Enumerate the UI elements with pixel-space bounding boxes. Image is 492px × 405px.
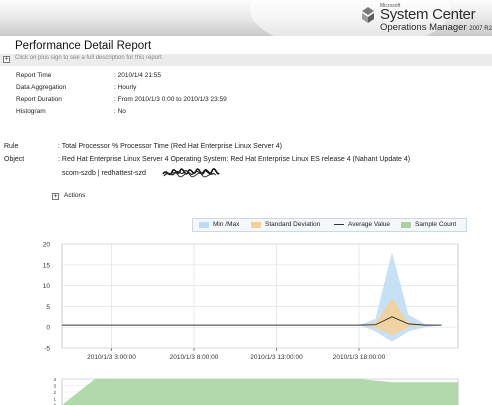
chart-legend: Min /Max Standard Deviation Average Valu…	[192, 218, 467, 232]
x-tick-label: 2010/1/3 13:00:00	[250, 354, 303, 361]
y-tick-label: 5	[46, 304, 50, 311]
legend-label: Sample Count	[415, 221, 457, 228]
legend-swatch	[251, 221, 261, 228]
expand-actions-button[interactable]: +	[52, 193, 59, 200]
legend-item-sample-count: Sample Count	[401, 221, 456, 228]
product-edition: 2007 R2	[469, 26, 492, 32]
header-banner: Microsoft System Center Operations Manag…	[0, 0, 492, 36]
x-tick-label: 2010/1/3 3:00:00	[87, 354, 136, 361]
x-tick-label: 2010/1/3 8:00:00	[170, 354, 219, 361]
y-tick-label: 0	[46, 325, 50, 332]
sample-y-tick-label: 2	[53, 390, 56, 395]
object-hosts: scom-szdb | redhattest-szd	[62, 170, 146, 177]
sample-count-area	[62, 379, 458, 405]
legend-label: Average Value	[348, 221, 391, 228]
product-subname: Operations Manager 2007 R2	[380, 22, 492, 33]
legend-item-average: Average Value	[334, 221, 390, 228]
object-value: : Red Hat Enterprise Linux Server 4 Oper…	[58, 156, 411, 163]
performance-chart: 20 15 10 5 0 -5 2010/1/3 3:00:00 2010/1/3 8:00:…	[43, 242, 459, 361]
page-title: Performance Detail Report	[15, 40, 152, 52]
legend-item-minmax: Min /Max	[199, 221, 239, 228]
sample-y-tick-label: 1	[53, 396, 56, 401]
param-key: Report Time	[16, 72, 52, 79]
product-logo: Microsoft System Center Operations Manag…	[360, 3, 492, 33]
product-name: System Center	[380, 6, 476, 23]
sample-count-chart: 43210	[53, 377, 459, 405]
description-hint: Click on plus sign to see a full descrip…	[15, 55, 162, 61]
x-tick-label: 2010/1/3 18:00:00	[333, 354, 386, 361]
legend-label: Standard Deviation	[265, 221, 321, 228]
legend-swatch	[334, 224, 344, 225]
legend-swatch	[401, 221, 411, 228]
legend-swatch	[199, 221, 209, 228]
rule-value: : Total Processor % Processor Time (Red …	[58, 143, 282, 150]
redacted-scribble	[162, 168, 220, 178]
param-value: : 2010/1/4 21:55	[114, 72, 161, 79]
rule-label: Rule	[4, 143, 19, 150]
param-value: : No	[114, 108, 126, 115]
param-key: Histogram	[16, 108, 46, 115]
sample-y-tick-label: 4	[53, 377, 56, 382]
sample-y-tick-label: 3	[53, 383, 56, 388]
param-key: Data Aggregation	[16, 84, 67, 91]
system-center-logo-icon	[362, 7, 374, 23]
param-value: : From 2010/1/3 0:00 to 2010/1/3 23:59	[114, 96, 227, 103]
description-bar: + Click on plus sign to see a full descr…	[0, 54, 492, 66]
object-label: Object	[4, 156, 25, 163]
y-tick-label: 10	[43, 283, 51, 290]
actions-label[interactable]: Actions	[64, 192, 85, 199]
param-value: : Hourly	[114, 84, 137, 91]
legend-item-stddev: Standard Deviation	[251, 221, 320, 228]
y-tick-label: -5	[44, 346, 50, 353]
y-tick-label: 20	[43, 242, 51, 249]
param-key: Report Duration	[16, 96, 62, 103]
legend-label: Min /Max	[213, 221, 240, 228]
y-tick-label: 15	[43, 262, 51, 269]
expand-description-button[interactable]: +	[3, 56, 10, 63]
